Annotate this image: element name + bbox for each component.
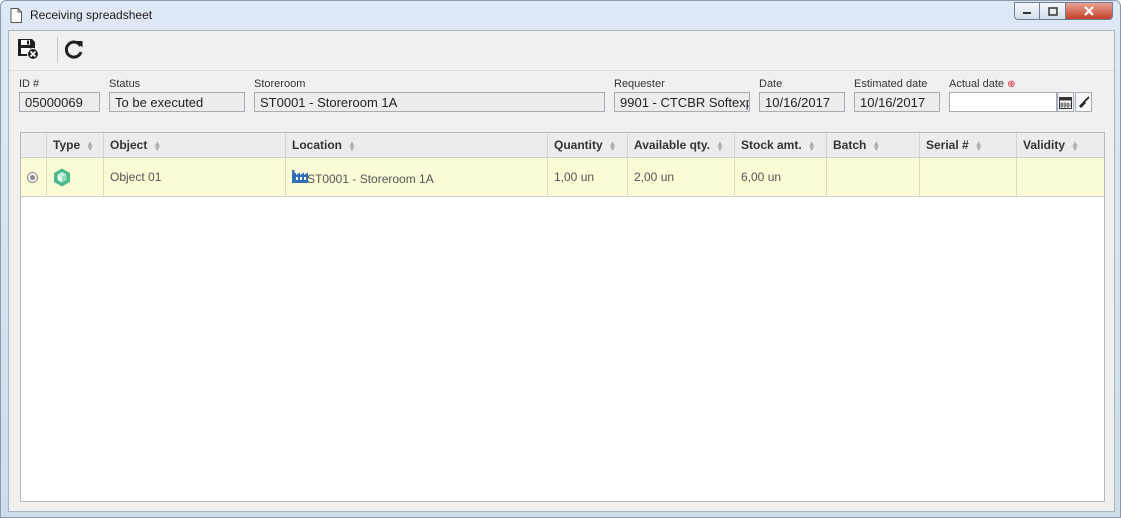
minimize-icon	[1023, 12, 1031, 14]
id-input[interactable]: 05000069	[19, 92, 100, 112]
maximize-button[interactable]	[1040, 2, 1066, 20]
sort-icon: ▲ ▼	[872, 138, 881, 153]
validity-cell	[1017, 158, 1104, 197]
sort-icon: ▲ ▼	[1071, 138, 1079, 153]
maximize-icon	[1047, 6, 1058, 16]
row-radio[interactable]	[27, 172, 38, 183]
refresh-icon	[64, 40, 83, 59]
column-header-location[interactable]: Location ▲ ▼	[286, 133, 548, 158]
batch-cell	[827, 158, 920, 197]
object-cell: Object 01	[104, 158, 286, 197]
date-field: Date 10/16/2017	[759, 78, 845, 112]
id-label: ID #	[19, 78, 40, 90]
location-text: ST0001 - Storeroom 1A	[307, 172, 434, 186]
window: Receiving spreadsheet ID # 05000069 Stat…	[0, 0, 1121, 518]
table-row[interactable]: Object 01 ST0001 - Storeroom 1A 1,00 un …	[21, 158, 1104, 197]
status-label: Status	[109, 78, 141, 90]
toolbar-separator	[57, 37, 58, 63]
status-input[interactable]: To be executed	[109, 92, 245, 112]
estimated-date-label: Estimated date	[854, 78, 928, 90]
minimize-button[interactable]	[1014, 2, 1040, 20]
stock-amt-cell: 6,00 un	[735, 158, 827, 197]
status-field: Status To be executed	[109, 78, 245, 112]
sort-icon: ▲ ▼	[153, 138, 162, 153]
actual-date-field: Actual date ⊕	[949, 78, 1057, 112]
window-title: Receiving spreadsheet	[30, 8, 153, 22]
estimated-date-field: Estimated date 10/16/2017	[854, 78, 940, 112]
row-select-cell	[21, 158, 47, 197]
available-qty-cell: 2,00 un	[628, 158, 735, 197]
estimated-date-input[interactable]: 10/16/2017	[854, 92, 940, 112]
calendar-button[interactable]	[1057, 92, 1074, 112]
type-cell	[47, 158, 104, 197]
actual-date-label-row: Actual date ⊕	[949, 78, 1057, 90]
sort-icon: ▲ ▼	[348, 138, 356, 153]
save-close-icon	[18, 39, 39, 60]
column-header-validity[interactable]: Validity ▲ ▼	[1017, 133, 1104, 158]
sort-icon: ▲ ▼	[716, 138, 724, 153]
storeroom-label: Storeroom	[254, 78, 306, 90]
items-grid: Type ▲ ▼ Object ▲ ▼ Location ▲ ▼ Quantity ▲ ▼ Av…	[20, 132, 1105, 502]
required-icon: ⊕	[1007, 79, 1016, 90]
location-cell: ST0001 - Storeroom 1A	[286, 158, 548, 197]
column-header-quantity[interactable]: Quantity ▲ ▼	[548, 133, 628, 158]
requester-input[interactable]: 9901 - CTCBR Softexpert	[614, 92, 750, 112]
column-header-serial[interactable]: Serial # ▲ ▼	[920, 133, 1017, 158]
serial-cell	[920, 158, 1017, 197]
factory-icon	[292, 170, 308, 183]
toolbar	[9, 31, 1114, 71]
actual-date-label: Actual date	[949, 78, 1005, 90]
requester-label: Requester	[614, 78, 665, 90]
refresh-button[interactable]	[61, 36, 87, 62]
object-cube-icon	[54, 168, 70, 187]
requester-field: Requester 9901 - CTCBR Softexpert	[614, 78, 750, 112]
column-header-object[interactable]: Object ▲ ▼	[104, 133, 286, 158]
storeroom-input[interactable]: ST0001 - Storeroom 1A	[254, 92, 605, 112]
date-label: Date	[759, 78, 783, 90]
title-bar[interactable]: Receiving spreadsheet	[1, 1, 1120, 30]
sort-icon: ▲ ▼	[807, 138, 816, 153]
broom-icon	[1079, 95, 1090, 108]
column-header-type[interactable]: Type ▲ ▼	[47, 133, 104, 158]
save-close-button[interactable]	[15, 36, 41, 62]
sort-icon: ▲ ▼	[974, 138, 983, 153]
id-field: ID # 05000069	[19, 78, 100, 112]
quantity-cell: 1,00 un	[548, 158, 628, 197]
date-input[interactable]: 10/16/2017	[759, 92, 845, 112]
calendar-icon	[1059, 96, 1072, 109]
sort-icon: ▲ ▼	[86, 138, 95, 153]
grid-header: Type ▲ ▼ Object ▲ ▼ Location ▲ ▼ Quantity ▲ ▼ Av…	[21, 133, 1104, 158]
clear-date-button[interactable]	[1075, 92, 1092, 112]
actual-date-input[interactable]	[949, 92, 1057, 112]
document-icon	[10, 8, 22, 23]
column-header-available-qty[interactable]: Available qty. ▲ ▼	[628, 133, 735, 158]
column-header-stock-amt[interactable]: Stock amt. ▲ ▼	[735, 133, 827, 158]
storeroom-field: Storeroom ST0001 - Storeroom 1A	[254, 78, 605, 112]
select-column-header	[21, 133, 47, 158]
form-panel: ID # 05000069 Status To be executed Stor…	[8, 30, 1115, 512]
column-header-batch[interactable]: Batch ▲ ▼	[827, 133, 920, 158]
sort-icon: ▲ ▼	[608, 138, 617, 153]
close-button[interactable]	[1066, 2, 1113, 20]
close-icon	[1084, 6, 1094, 16]
